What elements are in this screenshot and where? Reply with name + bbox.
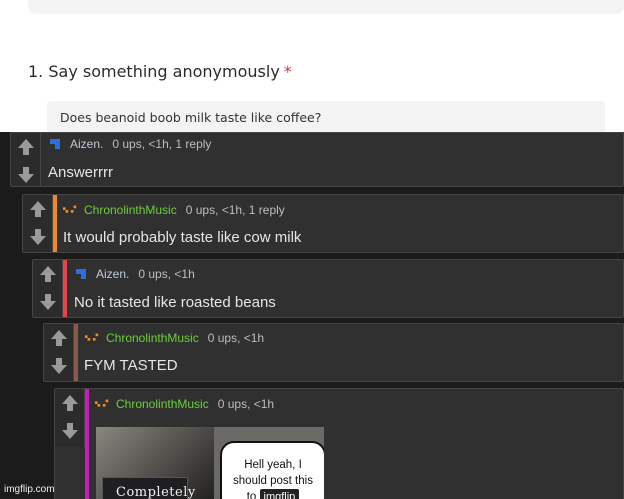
orange-user-icon <box>84 333 99 341</box>
comment-stats: 0 ups, <1h <box>138 267 195 281</box>
comment-meta: ChronolinthMusic 0 ups, <1h <box>84 331 264 345</box>
downvote-arrow-icon[interactable] <box>47 354 71 378</box>
downvote-arrow-icon[interactable] <box>58 419 82 443</box>
answer-input[interactable]: Does beanoid boob milk taste like coffee… <box>47 101 605 132</box>
vote-controls <box>11 133 41 186</box>
downvote-arrow-icon[interactable] <box>26 225 50 249</box>
comment-stats: 0 ups, <1h, 1 reply <box>185 203 285 217</box>
comment-stats: 0 ups, <1h <box>217 397 275 411</box>
comment: Aizen. 0 ups, <1h, 1 reply Answerrrr <box>10 132 624 187</box>
comment-meta: ChronolinthMusic 0 ups, <1h, 1 reply <box>62 203 285 217</box>
meme-caption: Completely <box>116 485 196 499</box>
upvote-arrow-icon[interactable] <box>26 197 50 221</box>
username-link[interactable]: Aizen. <box>96 267 129 281</box>
orange-user-icon <box>62 205 77 213</box>
reply-accent-bar <box>85 389 89 499</box>
question-label: 1. Say something anonymously * <box>28 62 292 81</box>
question-number: 1. <box>28 62 44 81</box>
username-link[interactable]: ChronolinthMusic <box>84 203 177 217</box>
vote-controls <box>33 260 63 317</box>
comment: ChronolinthMusic 0 ups, <1h FYM TASTED <box>43 323 624 382</box>
username-link[interactable]: Aizen. <box>70 137 103 151</box>
upvote-arrow-icon[interactable] <box>14 135 38 159</box>
vote-controls <box>55 389 85 447</box>
bubble-text-line: Hell yeah, I <box>244 459 302 471</box>
comment: ChronolinthMusic 0 ups, <1h Completely H… <box>54 388 624 499</box>
comment-meta: ChronolinthMusic 0 ups, <1h <box>94 397 274 411</box>
comment: ChronolinthMusic 0 ups, <1h, 1 reply It … <box>22 194 624 253</box>
bubble-text-line: to imgflip <box>224 489 322 499</box>
upvote-arrow-icon[interactable] <box>47 326 71 350</box>
comment-meta: Aizen. 0 ups, <1h <box>74 267 195 281</box>
vote-controls <box>23 195 53 252</box>
reply-accent-bar <box>63 260 67 317</box>
upvote-arrow-icon[interactable] <box>36 262 60 286</box>
orange-user-icon <box>94 399 109 407</box>
bubble-text-to: to <box>246 491 257 499</box>
blue-user-icon <box>50 139 60 149</box>
meme-image[interactable]: Completely Hell yeah, I should post this… <box>96 427 324 499</box>
comment-text: No it tasted like roasted beans <box>74 294 276 311</box>
downvote-arrow-icon[interactable] <box>36 290 60 314</box>
upvote-arrow-icon[interactable] <box>58 391 82 415</box>
comment-text: Answerrrr <box>48 164 114 181</box>
speech-bubble: Hell yeah, I should post this to imgflip <box>220 441 324 499</box>
vote-controls <box>44 324 74 381</box>
reply-accent-bar <box>74 324 78 381</box>
comment-text: FYM TASTED <box>84 357 178 374</box>
comment: Aizen. 0 ups, <1h No it tasted like roas… <box>32 259 624 318</box>
comment-thread: Aizen. 0 ups, <1h, 1 reply Answerrrr Chr… <box>0 132 624 499</box>
username-link[interactable]: ChronolinthMusic <box>116 397 209 411</box>
downvote-arrow-icon[interactable] <box>14 163 38 187</box>
comment-stats: 0 ups, <1h, 1 reply <box>112 137 212 151</box>
form-card <box>28 0 624 14</box>
username-link[interactable]: ChronolinthMusic <box>106 331 199 345</box>
comment-stats: 0 ups, <1h <box>207 331 265 345</box>
required-marker: * <box>283 62 292 81</box>
question-text: Say something anonymously <box>48 62 280 81</box>
bubble-text-line: should post this <box>233 475 313 487</box>
blue-user-icon <box>76 269 86 279</box>
imgflip-watermark: imgflip.com <box>4 484 55 495</box>
reply-accent-bar <box>53 195 57 252</box>
imgflip-logo: imgflip <box>259 489 300 499</box>
comment-text: It would probably taste like cow milk <box>63 229 302 246</box>
comment-meta: Aizen. 0 ups, <1h, 1 reply <box>48 137 211 151</box>
